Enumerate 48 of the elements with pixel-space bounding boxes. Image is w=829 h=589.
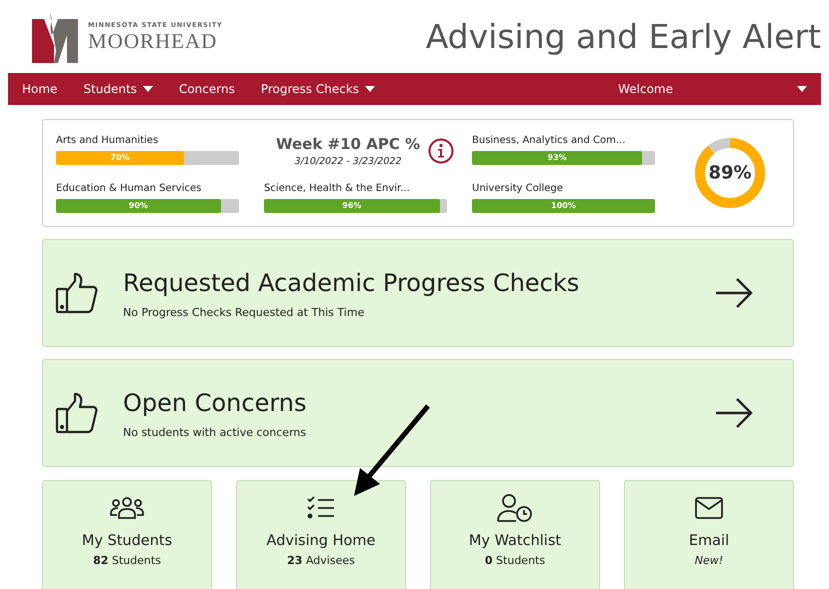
tile-note: New! <box>694 552 724 569</box>
dashboard-tile[interactable]: My Watchlist 0 Students <box>430 480 600 589</box>
panel-card[interactable]: Requested Academic Progress Checks No Progress Checks Requested at This Time <box>42 239 794 347</box>
progress-fill: 100% <box>472 199 655 214</box>
college-name: Education & Human Services <box>56 182 202 196</box>
tile-count: 82 Students <box>93 552 161 569</box>
college-name: Science, Health & the Envir... <box>264 182 411 196</box>
logo-wordmark: MOORHEAD <box>88 30 218 52</box>
tile-title: My Watchlist <box>468 532 562 551</box>
envelope-icon <box>695 497 723 519</box>
college-name: Arts and Humanities <box>56 134 160 148</box>
dashboard-tile[interactable]: Email New! <box>624 480 794 589</box>
panel-subtitle: No Progress Checks Requested at This Time <box>123 304 366 321</box>
panel-title: Requested Academic Progress Checks <box>123 268 580 299</box>
progress-fill: 96% <box>264 199 440 214</box>
progress-fill: 93% <box>472 150 642 165</box>
panel-title: Open Concerns <box>123 388 307 419</box>
dashboard-tile[interactable]: My Students 82 Students <box>42 480 212 589</box>
date-range: 3/10/2022 - 3/23/2022 <box>294 155 402 170</box>
panel-card[interactable]: Open Concerns No students with active concerns <box>42 359 794 467</box>
college-name: Business, Analytics and Com... <box>472 134 626 148</box>
checklist-icon <box>307 496 335 520</box>
panel-subtitle: No students with active concerns <box>123 424 307 441</box>
nav-link[interactable]: Home <box>22 80 58 98</box>
nav-link[interactable]: Progress Checks <box>260 80 376 98</box>
tile-title: Advising Home <box>266 532 376 551</box>
logo-icon <box>30 10 80 62</box>
tile-count: 0 Students <box>484 552 546 569</box>
dashboard-tile[interactable]: Advising Home 23 Advisees <box>236 480 406 589</box>
tile-title: Email <box>688 532 730 551</box>
tile-title: My Students <box>82 532 172 551</box>
person-clock-icon <box>497 493 533 523</box>
info-icon[interactable] <box>428 138 454 164</box>
thumbs-up-icon <box>55 392 99 434</box>
progress-fill: 70% <box>56 150 184 165</box>
people-icon <box>110 496 144 520</box>
thumbs-up-icon <box>55 272 99 314</box>
tile-count: 23 Advisees <box>287 552 355 569</box>
college-name: University College <box>472 182 564 196</box>
app-title: Advising and Early Alert <box>426 16 821 58</box>
overall-percent: 89% <box>708 162 752 186</box>
nav-link[interactable]: Concerns <box>178 80 235 98</box>
arrow-right-icon[interactable] <box>715 277 753 309</box>
progress-fill: 90% <box>56 199 221 214</box>
arrow-right-icon[interactable] <box>715 397 753 429</box>
week-title: Week #10 APC % <box>276 134 420 155</box>
welcome-link[interactable]: Welcome <box>618 80 673 98</box>
nav-link[interactable]: Students <box>83 80 153 98</box>
